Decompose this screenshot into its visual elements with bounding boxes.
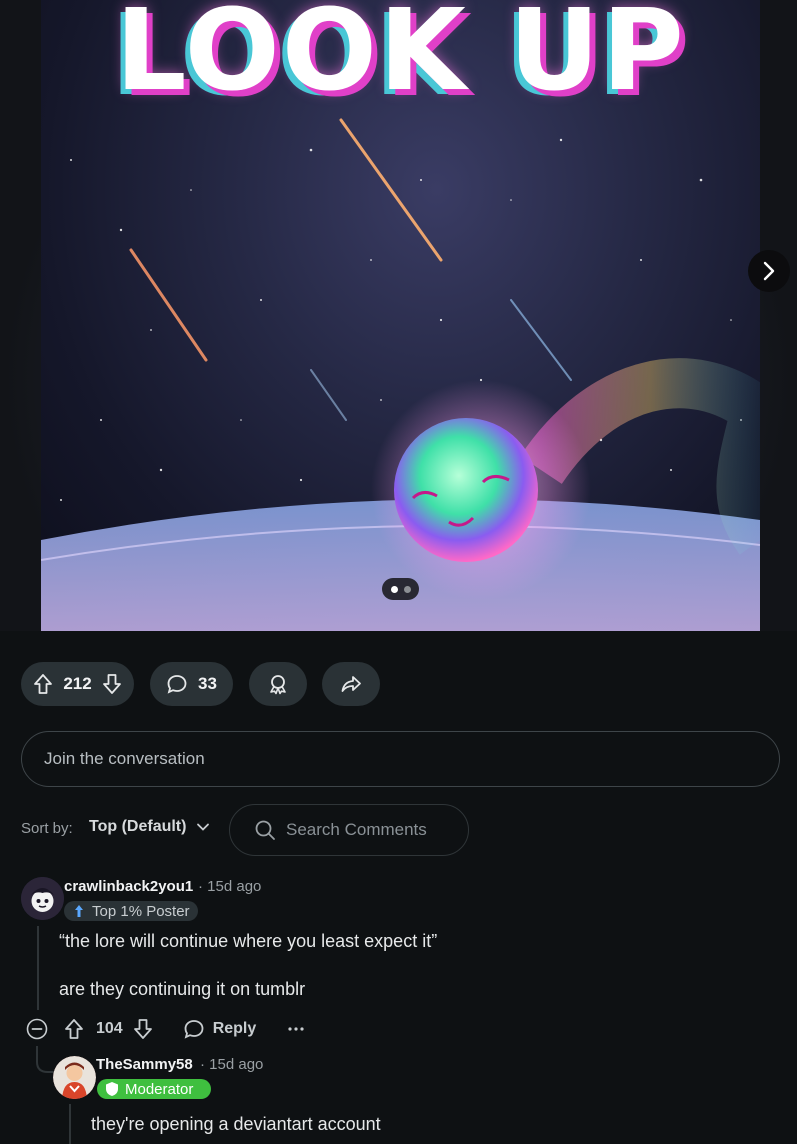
comment-timestamp: · 15d ago	[198, 878, 262, 895]
post-score: 212	[63, 674, 92, 693]
avatar[interactable]	[21, 877, 64, 920]
award-button[interactable]	[249, 662, 307, 706]
comment-text-line: they're opening a deviantart account	[91, 1114, 381, 1134]
more-options-icon[interactable]	[286, 1018, 306, 1040]
carousel-dot-active	[390, 585, 398, 593]
thread-line[interactable]	[37, 926, 39, 1010]
search-placeholder: Search Comments	[286, 820, 427, 839]
chevron-down-icon	[197, 823, 210, 831]
carousel-dot	[403, 585, 411, 593]
chevron-right-icon	[763, 261, 775, 281]
user-flair-badge: Top 1% Poster	[64, 901, 198, 921]
upvote-icon[interactable]	[64, 1018, 84, 1040]
downvote-icon[interactable]	[102, 673, 122, 695]
collapse-thread-icon[interactable]	[26, 1018, 48, 1040]
vote-bar: 212	[21, 662, 134, 706]
reply-label: Reply	[212, 1020, 257, 1037]
sort-value: Top (Default)	[89, 818, 187, 835]
comment-score: 104	[96, 1020, 123, 1037]
flair-label: Moderator	[125, 1080, 194, 1098]
downvote-icon[interactable]	[133, 1018, 153, 1040]
carousel-indicator	[382, 578, 419, 600]
carousel-next-button[interactable]	[748, 250, 790, 292]
comment-author[interactable]: TheSammy58	[96, 1056, 193, 1073]
sort-dropdown[interactable]: Top (Default)	[89, 818, 210, 836]
upvote-icon[interactable]	[33, 673, 53, 695]
share-icon	[341, 676, 361, 692]
reply-button[interactable]: Reply	[183, 1018, 257, 1040]
comment-actions: 104 Reply	[26, 1014, 306, 1044]
moderator-badge: Moderator	[97, 1079, 211, 1099]
avatar[interactable]	[53, 1056, 96, 1099]
comment-time: 15d ago	[207, 878, 262, 895]
comment-text-line: “the lore will continue where you least …	[59, 931, 438, 951]
shield-icon	[106, 1082, 118, 1096]
top-poster-icon	[75, 905, 83, 917]
reply-bubble-icon	[184, 1020, 204, 1039]
search-icon	[255, 820, 275, 840]
comments-button[interactable]: 33	[150, 662, 233, 706]
award-icon	[270, 675, 286, 695]
comment-composer[interactable]: Join the conversation	[21, 731, 780, 787]
share-button[interactable]	[322, 662, 380, 706]
comment-bubble-icon	[167, 675, 187, 694]
composer-placeholder: Join the conversation	[44, 749, 205, 768]
sort-label: Sort by:	[21, 820, 73, 837]
comment-author[interactable]: crawlinback2you1	[64, 878, 193, 895]
comment-time: 15d ago	[209, 1056, 264, 1073]
post-image[interactable]: LOOK UP	[41, 0, 760, 631]
thread-line[interactable]	[69, 1104, 71, 1144]
search-comments-input[interactable]: Search Comments	[229, 804, 469, 856]
image-headline: LOOK UP	[115, 0, 686, 116]
comment-text-line: are they continuing it on tumblr	[59, 979, 306, 999]
comments-count: 33	[198, 674, 217, 693]
flair-label: Top 1% Poster	[92, 902, 190, 920]
avatar-image	[53, 1056, 96, 1099]
comment-timestamp: · 15d ago	[200, 1056, 264, 1073]
avatar-image	[21, 877, 64, 920]
post-media[interactable]: LOOK UP	[0, 0, 797, 631]
